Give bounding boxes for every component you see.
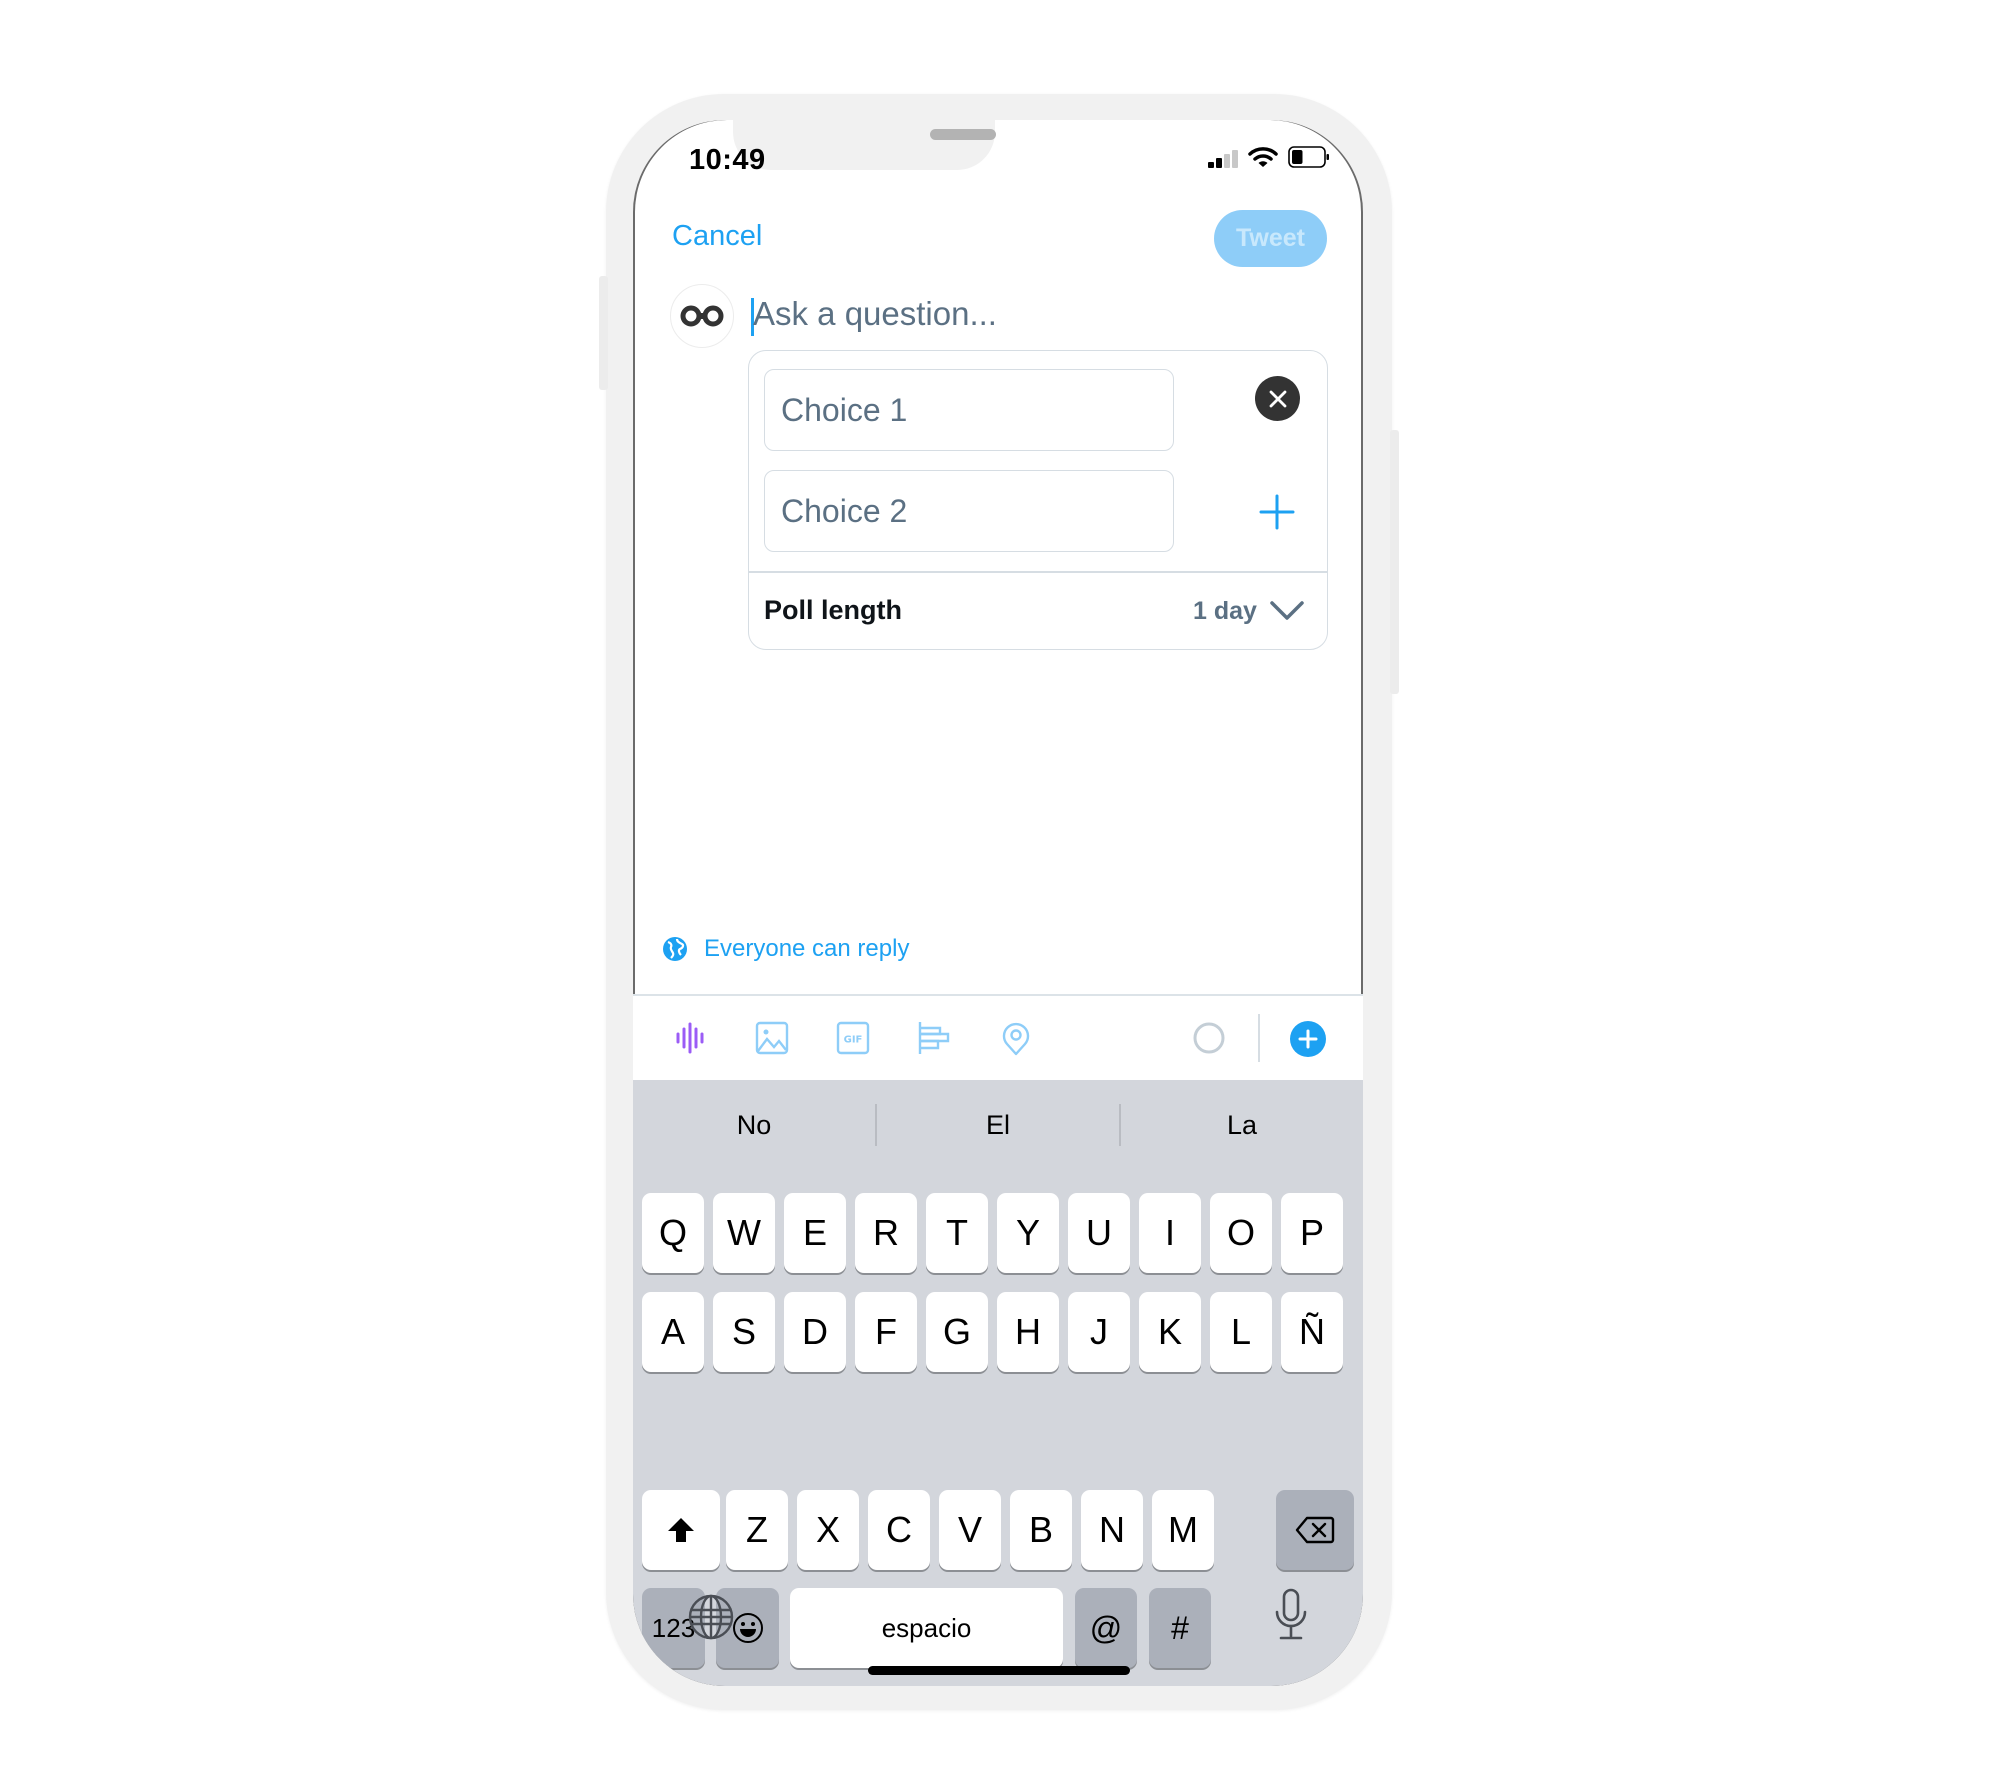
cancel-button[interactable]: Cancel — [672, 220, 762, 253]
globe-keyboard-icon[interactable] — [687, 1593, 735, 1641]
suggestion-bar: No El La — [633, 1080, 1363, 1170]
status-time: 10:49 — [689, 144, 766, 176]
location-pin-icon[interactable] — [998, 1020, 1034, 1056]
key-m[interactable]: M — [1152, 1490, 1214, 1570]
signal-icon — [1208, 150, 1238, 168]
key-x[interactable]: X — [797, 1490, 859, 1570]
infinity-logo-icon — [680, 305, 724, 327]
notch — [733, 120, 996, 170]
reply-setting-label: Everyone can reply — [704, 935, 910, 962]
suggestion-item[interactable]: La — [1121, 1110, 1363, 1141]
close-icon — [1269, 390, 1286, 407]
gif-label: GIF — [844, 1035, 863, 1046]
backspace-key[interactable] — [1276, 1490, 1354, 1570]
microphone-icon[interactable] — [1273, 1588, 1309, 1642]
backspace-icon — [1295, 1516, 1335, 1544]
space-key[interactable]: espacio — [790, 1588, 1063, 1668]
chevron-down-icon[interactable] — [1269, 599, 1305, 623]
key-y[interactable]: Y — [997, 1193, 1059, 1273]
suggestion-item[interactable]: No — [633, 1110, 875, 1141]
poll-length-value[interactable]: 1 day — [1193, 597, 1257, 626]
remove-poll-button[interactable] — [1255, 376, 1300, 421]
key-k[interactable]: K — [1139, 1292, 1201, 1372]
gif-icon[interactable]: GIF — [835, 1020, 871, 1056]
key-d[interactable]: D — [784, 1292, 846, 1372]
home-indicator — [868, 1666, 1130, 1675]
key-g[interactable]: G — [926, 1292, 988, 1372]
key-n[interactable]: N — [1081, 1490, 1143, 1570]
key-j[interactable]: J — [1068, 1292, 1130, 1372]
poll-length-label: Poll length — [764, 595, 902, 625]
shift-icon — [668, 1518, 694, 1542]
emoji-icon — [732, 1613, 763, 1643]
image-icon[interactable] — [754, 1020, 790, 1056]
choice-1-input[interactable]: Choice 1 — [764, 369, 1174, 451]
compose-toolbar: GIF — [633, 994, 1363, 1080]
key-t[interactable]: T — [926, 1193, 988, 1273]
poll-card: Choice 1 Choice 2 Poll length 1 day — [748, 350, 1328, 650]
key-w[interactable]: W — [713, 1193, 775, 1273]
shift-key[interactable] — [642, 1490, 720, 1570]
key-z[interactable]: Z — [726, 1490, 788, 1570]
add-choice-plus-icon[interactable] — [1257, 492, 1297, 532]
power-button — [1390, 430, 1399, 694]
key-ñ[interactable]: Ñ — [1281, 1292, 1343, 1372]
key-b[interactable]: B — [1010, 1490, 1072, 1570]
keyboard: No El La QWERTYUIOPASDFGHJKLÑZXCVBNM 123 — [633, 1080, 1363, 1686]
voice-waveform-icon[interactable] — [672, 1020, 708, 1056]
key-q[interactable]: Q — [642, 1193, 704, 1273]
key-v[interactable]: V — [939, 1490, 1001, 1570]
toolbar-divider — [1258, 1014, 1260, 1062]
key-r[interactable]: R — [855, 1193, 917, 1273]
plus-circle-icon[interactable] — [1289, 1020, 1327, 1058]
reply-setting-button[interactable]: Everyone can reply — [662, 935, 909, 963]
phone-screen: 10:49 Cancel Tweet Ask a question... Cho… — [633, 120, 1363, 1686]
key-c[interactable]: C — [868, 1490, 930, 1570]
poll-icon[interactable] — [916, 1020, 952, 1056]
battery-icon — [1288, 146, 1329, 168]
key-s[interactable]: S — [713, 1292, 775, 1372]
character-counter-icon — [1193, 1022, 1225, 1054]
key-e[interactable]: E — [784, 1193, 846, 1273]
speaker-grille — [930, 129, 996, 140]
suggestion-item[interactable]: El — [877, 1110, 1119, 1141]
poll-divider — [749, 571, 1327, 573]
avatar[interactable] — [670, 284, 734, 348]
question-input[interactable]: Ask a question... — [753, 295, 997, 333]
volume-button — [599, 276, 608, 390]
wifi-icon — [1248, 147, 1278, 167]
key-i[interactable]: I — [1139, 1193, 1201, 1273]
key-l[interactable]: L — [1210, 1292, 1272, 1372]
key-o[interactable]: O — [1210, 1193, 1272, 1273]
hash-key[interactable]: # — [1149, 1588, 1211, 1668]
status-icons — [1208, 146, 1330, 168]
key-a[interactable]: A — [642, 1292, 704, 1372]
key-u[interactable]: U — [1068, 1193, 1130, 1273]
key-h[interactable]: H — [997, 1292, 1059, 1372]
tweet-button[interactable]: Tweet — [1214, 210, 1327, 267]
choice-2-input[interactable]: Choice 2 — [764, 470, 1174, 552]
key-f[interactable]: F — [855, 1292, 917, 1372]
globe-icon — [663, 937, 687, 961]
at-key[interactable]: @ — [1075, 1588, 1137, 1668]
key-p[interactable]: P — [1281, 1193, 1343, 1273]
